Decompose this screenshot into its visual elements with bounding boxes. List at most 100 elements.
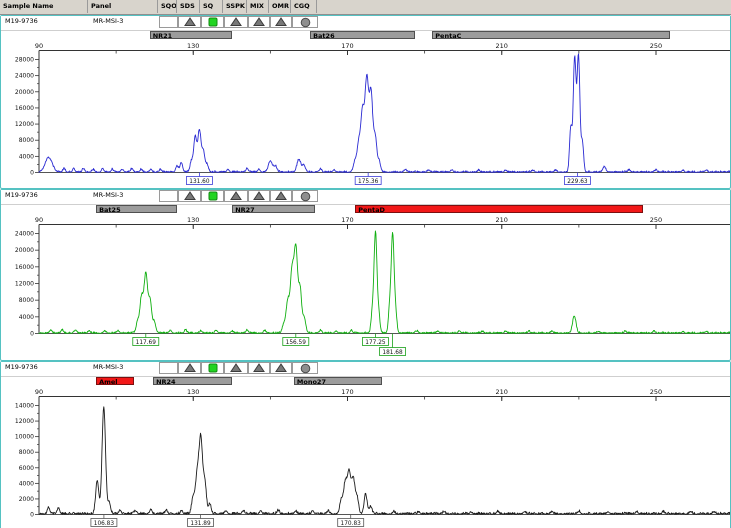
column-header-sq[interactable]: SQ <box>200 0 223 13</box>
electropherogram-chart[interactable]: 90 130 170 210 250 0 4000 8000 12000 16000 20000 24… <box>1 41 730 188</box>
flag-cell-cgq[interactable] <box>292 190 318 202</box>
electropherogram-chart[interactable]: 9013017021025004000800012000160002000024… <box>1 215 730 360</box>
y-tick-label: 12000 <box>15 281 34 288</box>
triangle-flag-icon <box>230 363 242 373</box>
column-header-omr[interactable]: OMR <box>269 0 291 13</box>
y-tick-label: 16000 <box>15 264 34 271</box>
x-tick-label: 250 <box>650 216 662 224</box>
flag-cell-sq[interactable] <box>201 16 224 28</box>
flag-cell-omr[interactable] <box>270 362 292 374</box>
sample-row[interactable]: M19-9736 MR-MSI-3 <box>1 16 730 31</box>
y-tick-label: 6000 <box>19 465 34 472</box>
x-tick-label: 210 <box>496 42 508 50</box>
triangle-flag-icon <box>184 363 196 373</box>
marker-bar-pentac[interactable]: PentaC <box>432 31 670 39</box>
flag-cell-mix[interactable] <box>248 362 270 374</box>
sample-trace-group-1: M19-9736 MR-MSI-3 NR21 Bat26 PentaC 90 130 170 2… <box>0 15 731 189</box>
flag-cell-sqo[interactable] <box>159 362 178 374</box>
y-tick-label: 12000 <box>15 121 34 128</box>
sample-row[interactable]: M19-9736MR-MSI-3 <box>1 362 730 377</box>
flag-cell-cgq[interactable] <box>292 16 318 28</box>
marker-bar-mono27[interactable]: Mono27 <box>294 377 382 385</box>
y-tick-label: 8000 <box>19 449 34 456</box>
sphere-flag-icon <box>300 17 311 28</box>
flag-cell-sqo[interactable] <box>159 16 178 28</box>
flag-cell-sqo[interactable] <box>159 190 178 202</box>
y-tick-label: 0 <box>30 170 34 177</box>
marker-bar-row: Bat25 NR27 PentaD <box>1 205 730 215</box>
triangle-flag-icon <box>184 17 196 27</box>
marker-bar-amel[interactable]: Amel <box>96 377 134 385</box>
flag-cell-omr[interactable] <box>270 190 292 202</box>
y-tick-label: 0 <box>30 331 34 338</box>
column-header-sspk[interactable]: SSPK <box>223 0 247 13</box>
marker-bar-nr24[interactable]: NR24 <box>153 377 232 385</box>
x-tick-label: 250 <box>650 388 662 396</box>
flag-cell-sspk[interactable] <box>224 190 248 202</box>
sample-trace-groups: M19-9736 MR-MSI-3 NR21 Bat26 PentaC 90 130 170 2… <box>0 15 731 528</box>
flag-cell-mix[interactable] <box>248 190 270 202</box>
triangle-flag-icon <box>230 17 242 27</box>
triangle-flag-icon <box>275 363 287 373</box>
flag-cell-mix[interactable] <box>248 16 270 28</box>
panel-name: MR-MSI-3 <box>93 363 123 371</box>
y-tick-label: 4000 <box>19 153 34 160</box>
y-tick-label: 8000 <box>19 137 34 144</box>
x-tick-label: 90 <box>35 388 43 396</box>
y-tick-label: 20000 <box>15 247 34 254</box>
marker-bar-bat25[interactable]: Bat25 <box>96 205 177 213</box>
green-square-flag-icon <box>208 363 218 373</box>
peak-size-label: 229.63 <box>567 179 588 185</box>
peak-size-label: 131.89 <box>190 521 211 527</box>
column-header-sample-name[interactable]: Sample Name <box>0 0 88 13</box>
marker-bar-pentad[interactable]: PentaD <box>355 205 643 213</box>
y-tick-label: 14000 <box>15 403 34 410</box>
x-tick-label: 130 <box>187 216 199 224</box>
y-tick-label: 24000 <box>15 73 34 80</box>
triangle-flag-icon <box>253 191 265 201</box>
column-header-cgq[interactable]: CGQ <box>291 0 317 13</box>
peak-size-label: 117.69 <box>136 340 157 346</box>
x-tick-label: 170 <box>341 388 353 396</box>
trace-line <box>39 54 730 173</box>
marker-bar-nr27[interactable]: NR27 <box>232 205 315 213</box>
sample-trace-group-2: M19-9736MR-MSI-3Bat25NR27PentaD901301702… <box>0 189 731 361</box>
flag-cell-cgq[interactable] <box>292 362 318 374</box>
flag-cell-sds[interactable] <box>178 190 201 202</box>
y-tick-label: 28000 <box>15 57 34 64</box>
flag-cell-sq[interactable] <box>201 362 224 374</box>
column-header-mix[interactable]: MIX <box>247 0 269 13</box>
x-tick-label: 90 <box>35 42 43 50</box>
marker-bar-bat26[interactable]: Bat26 <box>310 31 415 39</box>
column-header-panel[interactable]: Panel <box>88 0 158 13</box>
peak-size-label: 106.83 <box>94 521 115 527</box>
y-tick-label: 4000 <box>19 314 34 321</box>
x-tick-label: 170 <box>341 42 353 50</box>
sample-name: M19-9736 <box>5 191 38 199</box>
y-tick-label: 16000 <box>15 105 34 112</box>
x-tick-label: 210 <box>496 388 508 396</box>
marker-bar-nr21[interactable]: NR21 <box>150 31 233 39</box>
peak-size-label: 177.25 <box>365 340 386 346</box>
flag-cell-sds[interactable] <box>178 362 201 374</box>
sample-row[interactable]: M19-9736MR-MSI-3 <box>1 190 730 205</box>
column-header-sqo[interactable]: SQO <box>158 0 177 13</box>
flag-cell-sds[interactable] <box>178 16 201 28</box>
flag-cell-sspk[interactable] <box>224 16 248 28</box>
y-tick-label: 0 <box>30 512 34 519</box>
x-tick-label: 250 <box>650 42 662 50</box>
flag-cell-sspk[interactable] <box>224 362 248 374</box>
x-tick-label: 130 <box>187 42 199 50</box>
column-header-sds[interactable]: SDS <box>177 0 200 13</box>
column-header-row: Sample NamePanelSQOSDSSQSSPKMIXOMRCGQ <box>0 0 731 15</box>
electropherogram-chart[interactable]: 9013017021025002000400060008000100001200… <box>1 387 730 528</box>
peak-size-label: 131.60 <box>189 179 210 185</box>
panel-name: MR-MSI-3 <box>93 17 123 25</box>
y-tick-label: 20000 <box>15 89 34 96</box>
flag-cell-sq[interactable] <box>201 190 224 202</box>
sample-name: M19-9736 <box>5 17 38 25</box>
sample-trace-group-3: M19-9736MR-MSI-3AmelNR24Mono279013017021… <box>0 361 731 528</box>
peak-size-label: 156.59 <box>286 340 307 346</box>
flag-cell-omr[interactable] <box>270 16 292 28</box>
trace-line <box>39 231 730 334</box>
